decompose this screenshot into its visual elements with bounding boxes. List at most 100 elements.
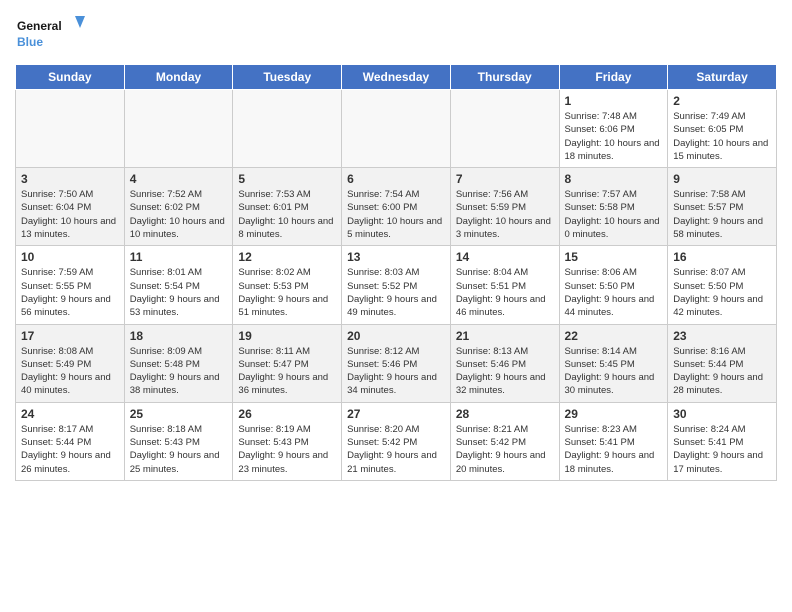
- day-number: 25: [130, 407, 228, 421]
- day-number: 23: [673, 329, 771, 343]
- calendar-cell: 19 Sunrise: 8:11 AM Sunset: 5:47 PM Dayli…: [233, 324, 342, 402]
- calendar-cell: [342, 90, 451, 168]
- calendar-cell: [16, 90, 125, 168]
- calendar-cell: 20 Sunrise: 8:12 AM Sunset: 5:46 PM Dayli…: [342, 324, 451, 402]
- day-number: 18: [130, 329, 228, 343]
- day-number: 22: [565, 329, 663, 343]
- calendar-cell: 8 Sunrise: 7:57 AM Sunset: 5:58 PM Daylig…: [559, 168, 668, 246]
- day-number: 8: [565, 172, 663, 186]
- day-info: Sunrise: 8:14 AM Sunset: 5:45 PM Dayligh…: [565, 345, 663, 398]
- page: General Blue SundayMondayTuesdayWednesda…: [0, 0, 792, 491]
- week-row-2: 3Sunrise: 7:50 AM Sunset: 6:04 PM Daylig…: [16, 168, 777, 246]
- day-number: 17: [21, 329, 119, 343]
- calendar-cell: 5 Sunrise: 7:53 AM Sunset: 6:01 PM Daylig…: [233, 168, 342, 246]
- day-info: Sunrise: 8:06 AM Sunset: 5:50 PM Dayligh…: [565, 266, 663, 319]
- day-info: Sunrise: 8:24 AM Sunset: 5:41 PM Dayligh…: [673, 423, 771, 476]
- day-info: Sunrise: 7:48 AM Sunset: 6:06 PM Dayligh…: [565, 110, 663, 163]
- day-info: Sunrise: 7:58 AM Sunset: 5:57 PM Dayligh…: [673, 188, 771, 241]
- day-number: 19: [238, 329, 336, 343]
- calendar-cell: 26 Sunrise: 8:19 AM Sunset: 5:43 PM Dayli…: [233, 402, 342, 480]
- day-number: 28: [456, 407, 554, 421]
- calendar-cell: 2 Sunrise: 7:49 AM Sunset: 6:05 PM Daylig…: [668, 90, 777, 168]
- week-row-4: 17 Sunrise: 8:08 AM Sunset: 5:49 PM Dayli…: [16, 324, 777, 402]
- calendar-cell: 9Sunrise: 7:58 AM Sunset: 5:57 PM Daylig…: [668, 168, 777, 246]
- day-info: Sunrise: 8:23 AM Sunset: 5:41 PM Dayligh…: [565, 423, 663, 476]
- day-number: 7: [456, 172, 554, 186]
- calendar-cell: [233, 90, 342, 168]
- logo-svg: General Blue: [15, 14, 85, 56]
- day-number: 29: [565, 407, 663, 421]
- calendar-cell: 21 Sunrise: 8:13 AM Sunset: 5:46 PM Dayli…: [450, 324, 559, 402]
- calendar-cell: 1 Sunrise: 7:48 AM Sunset: 6:06 PM Daylig…: [559, 90, 668, 168]
- calendar-cell: 16Sunrise: 8:07 AM Sunset: 5:50 PM Dayli…: [668, 246, 777, 324]
- calendar-cell: 15 Sunrise: 8:06 AM Sunset: 5:50 PM Dayli…: [559, 246, 668, 324]
- weekday-header-sunday: Sunday: [16, 65, 125, 90]
- calendar-cell: [450, 90, 559, 168]
- calendar-cell: 25 Sunrise: 8:18 AM Sunset: 5:43 PM Dayli…: [124, 402, 233, 480]
- day-number: 1: [565, 94, 663, 108]
- calendar-cell: 22 Sunrise: 8:14 AM Sunset: 5:45 PM Dayli…: [559, 324, 668, 402]
- day-info: Sunrise: 7:56 AM Sunset: 5:59 PM Dayligh…: [456, 188, 554, 241]
- day-number: 14: [456, 250, 554, 264]
- day-number: 27: [347, 407, 445, 421]
- calendar-cell: 12 Sunrise: 8:02 AM Sunset: 5:53 PM Dayli…: [233, 246, 342, 324]
- day-info: Sunrise: 8:02 AM Sunset: 5:53 PM Dayligh…: [238, 266, 336, 319]
- day-number: 11: [130, 250, 228, 264]
- calendar-cell: 7 Sunrise: 7:56 AM Sunset: 5:59 PM Daylig…: [450, 168, 559, 246]
- day-number: 15: [565, 250, 663, 264]
- day-info: Sunrise: 7:49 AM Sunset: 6:05 PM Dayligh…: [673, 110, 771, 163]
- day-info: Sunrise: 8:21 AM Sunset: 5:42 PM Dayligh…: [456, 423, 554, 476]
- day-info: Sunrise: 8:09 AM Sunset: 5:48 PM Dayligh…: [130, 345, 228, 398]
- calendar-cell: [124, 90, 233, 168]
- day-number: 12: [238, 250, 336, 264]
- day-number: 21: [456, 329, 554, 343]
- day-number: 3: [21, 172, 119, 186]
- svg-text:Blue: Blue: [17, 35, 43, 49]
- day-number: 10: [21, 250, 119, 264]
- day-number: 26: [238, 407, 336, 421]
- day-number: 4: [130, 172, 228, 186]
- calendar-cell: 17 Sunrise: 8:08 AM Sunset: 5:49 PM Dayli…: [16, 324, 125, 402]
- day-info: Sunrise: 8:12 AM Sunset: 5:46 PM Dayligh…: [347, 345, 445, 398]
- weekday-header-saturday: Saturday: [668, 65, 777, 90]
- day-info: Sunrise: 8:04 AM Sunset: 5:51 PM Dayligh…: [456, 266, 554, 319]
- calendar-cell: 29 Sunrise: 8:23 AM Sunset: 5:41 PM Dayli…: [559, 402, 668, 480]
- week-row-5: 24Sunrise: 8:17 AM Sunset: 5:44 PM Dayli…: [16, 402, 777, 480]
- day-info: Sunrise: 8:08 AM Sunset: 5:49 PM Dayligh…: [21, 345, 119, 398]
- day-info: Sunrise: 7:57 AM Sunset: 5:58 PM Dayligh…: [565, 188, 663, 241]
- day-info: Sunrise: 8:13 AM Sunset: 5:46 PM Dayligh…: [456, 345, 554, 398]
- calendar-table: SundayMondayTuesdayWednesdayThursdayFrid…: [15, 64, 777, 481]
- day-info: Sunrise: 8:20 AM Sunset: 5:42 PM Dayligh…: [347, 423, 445, 476]
- day-info: Sunrise: 8:19 AM Sunset: 5:43 PM Dayligh…: [238, 423, 336, 476]
- calendar-cell: 28 Sunrise: 8:21 AM Sunset: 5:42 PM Dayli…: [450, 402, 559, 480]
- day-number: 20: [347, 329, 445, 343]
- day-info: Sunrise: 7:52 AM Sunset: 6:02 PM Dayligh…: [130, 188, 228, 241]
- day-number: 5: [238, 172, 336, 186]
- header: General Blue: [15, 10, 777, 56]
- day-number: 13: [347, 250, 445, 264]
- calendar-cell: 24Sunrise: 8:17 AM Sunset: 5:44 PM Dayli…: [16, 402, 125, 480]
- day-number: 24: [21, 407, 119, 421]
- weekday-header-friday: Friday: [559, 65, 668, 90]
- calendar-cell: 4 Sunrise: 7:52 AM Sunset: 6:02 PM Daylig…: [124, 168, 233, 246]
- day-number: 2: [673, 94, 771, 108]
- week-row-1: 1 Sunrise: 7:48 AM Sunset: 6:06 PM Daylig…: [16, 90, 777, 168]
- day-number: 6: [347, 172, 445, 186]
- calendar-cell: 18 Sunrise: 8:09 AM Sunset: 5:48 PM Dayli…: [124, 324, 233, 402]
- logo: General Blue: [15, 14, 85, 56]
- day-info: Sunrise: 7:54 AM Sunset: 6:00 PM Dayligh…: [347, 188, 445, 241]
- calendar-cell: 6 Sunrise: 7:54 AM Sunset: 6:00 PM Daylig…: [342, 168, 451, 246]
- weekday-header-wednesday: Wednesday: [342, 65, 451, 90]
- day-info: Sunrise: 8:03 AM Sunset: 5:52 PM Dayligh…: [347, 266, 445, 319]
- weekday-header-row: SundayMondayTuesdayWednesdayThursdayFrid…: [16, 65, 777, 90]
- day-info: Sunrise: 7:53 AM Sunset: 6:01 PM Dayligh…: [238, 188, 336, 241]
- week-row-3: 10Sunrise: 7:59 AM Sunset: 5:55 PM Dayli…: [16, 246, 777, 324]
- calendar-cell: 11Sunrise: 8:01 AM Sunset: 5:54 PM Dayli…: [124, 246, 233, 324]
- weekday-header-thursday: Thursday: [450, 65, 559, 90]
- day-info: Sunrise: 8:07 AM Sunset: 5:50 PM Dayligh…: [673, 266, 771, 319]
- weekday-header-tuesday: Tuesday: [233, 65, 342, 90]
- calendar-cell: 3Sunrise: 7:50 AM Sunset: 6:04 PM Daylig…: [16, 168, 125, 246]
- calendar-cell: 14 Sunrise: 8:04 AM Sunset: 5:51 PM Dayli…: [450, 246, 559, 324]
- day-info: Sunrise: 8:11 AM Sunset: 5:47 PM Dayligh…: [238, 345, 336, 398]
- day-info: Sunrise: 8:18 AM Sunset: 5:43 PM Dayligh…: [130, 423, 228, 476]
